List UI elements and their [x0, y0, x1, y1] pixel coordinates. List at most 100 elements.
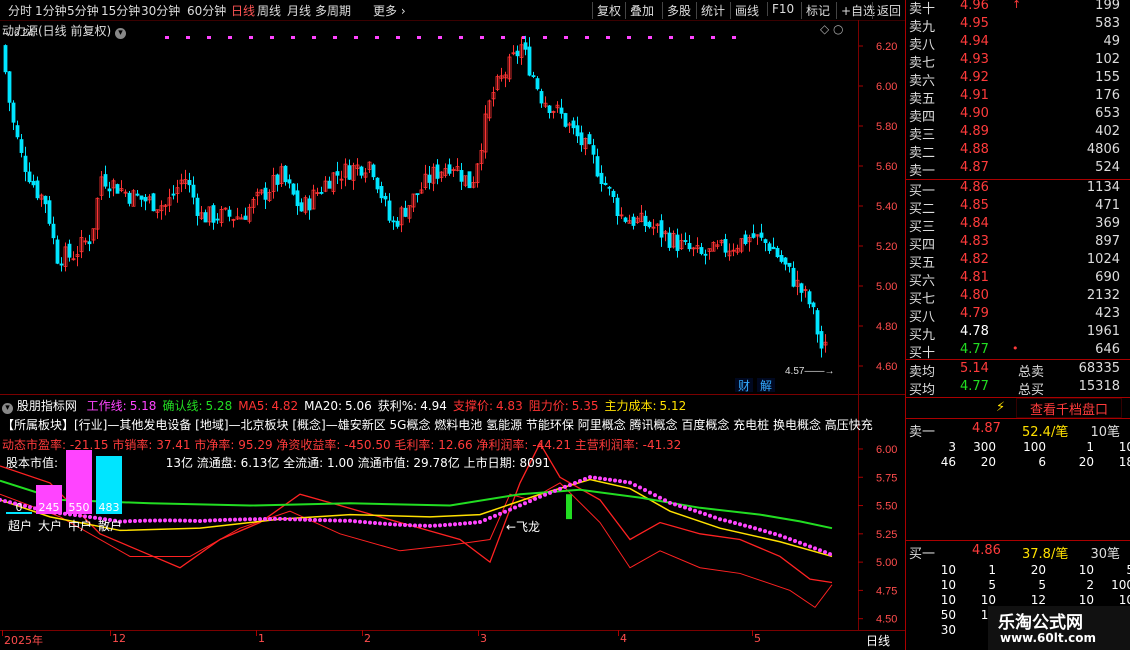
indicator-dropdown-icon[interactable]: ▾ [2, 403, 13, 414]
indicator-item-label: 确认线: [162, 399, 203, 413]
candle-body [435, 164, 440, 179]
candle-body [263, 187, 268, 200]
toolbar-button-3[interactable]: 统计 [696, 2, 725, 19]
flylong-annotation: ←飞龙 [506, 520, 541, 534]
tab-6[interactable]: 日线 [231, 2, 255, 19]
x-label-1: 12 [112, 632, 126, 645]
book-divider [906, 540, 1130, 541]
candle-body [7, 71, 12, 103]
candle-body [723, 238, 728, 253]
work-line-dot [473, 520, 477, 525]
work-line-dot [288, 517, 292, 522]
book-row-vol: 423 [1095, 306, 1120, 321]
work-line-dot [818, 548, 822, 553]
book-row-price: 4.77 [960, 342, 989, 357]
tab-9[interactable]: 多周期 [315, 2, 351, 19]
indicator-item-6: 阻力价: 5.35 [529, 399, 599, 413]
holder-label-1: 大户 [38, 519, 63, 533]
badge-1[interactable]: 解 [760, 379, 772, 393]
x-label-3: 2 [364, 632, 371, 645]
holder-label-3: 散户 [98, 519, 123, 533]
book-row: 买六 4.81 690 [906, 270, 1130, 289]
y-tick-label: 6.00 [876, 81, 897, 93]
signal-dot [312, 36, 316, 39]
toolbar-button-8[interactable]: 返回 [872, 2, 901, 19]
toolbar-button-1[interactable]: 叠加 [625, 2, 654, 19]
candle-body [771, 246, 776, 250]
candle-body [215, 218, 220, 221]
book-row: 卖九 4.95 583 [906, 16, 1130, 35]
work-line-dot [358, 519, 362, 524]
candle-body [359, 166, 364, 176]
work-line-dot [338, 518, 342, 523]
tab-10[interactable]: 更多 › [373, 2, 406, 19]
work-line-dot [483, 517, 487, 522]
toolbar-button-4[interactable]: 画线 [730, 2, 759, 19]
toolbar-button-0[interactable]: 复权 [592, 2, 621, 19]
work-line-dot [533, 496, 537, 501]
toolbar-button-5[interactable]: F10 [767, 2, 794, 16]
indicator-item-label: 工作线: [86, 399, 127, 413]
tab-0[interactable]: 分时 [8, 2, 32, 19]
work-line-dot [323, 518, 327, 523]
badge-0[interactable]: 财 [738, 379, 750, 393]
candle-body [667, 232, 672, 248]
toolbar-button-6[interactable]: 标记 [801, 2, 830, 19]
candle-body [547, 105, 552, 113]
indicator-item-value: 5.28 [205, 399, 233, 413]
candle-body [571, 120, 576, 129]
tab-1[interactable]: 1分钟 [35, 2, 67, 19]
tab-7[interactable]: 周线 [257, 2, 281, 19]
tab-8[interactable]: 月线 [287, 2, 311, 19]
view-depth-button[interactable]: 查看千档盘口 [1016, 398, 1122, 418]
work-line-dot [738, 522, 742, 527]
work-line-dot [198, 518, 202, 523]
toolbar-button-2[interactable]: 多股 [662, 2, 691, 19]
work-line-dot [138, 518, 142, 523]
finance-line: 动态市盈率: -21.15 市销率: 37.41 市净率: 95.29 净资收益… [2, 438, 682, 452]
toolbar-button-7[interactable]: +自选 [836, 2, 875, 19]
tab-2[interactable]: 5分钟 [67, 2, 99, 19]
signal-dot [501, 36, 505, 39]
tab-4[interactable]: 30分钟 [141, 2, 180, 19]
avg-price: 4.77 [960, 379, 989, 394]
candle-body [587, 134, 592, 145]
book-row: 买八 4.79 423 [906, 306, 1130, 325]
work-line-dot [668, 500, 672, 505]
candle-body [515, 50, 520, 57]
queue-cell: 10 [1118, 593, 1130, 607]
work-line-dot [428, 523, 432, 528]
queue-cell: 100 [1111, 578, 1130, 592]
work-line-dot [703, 512, 707, 517]
work-line-dot [648, 490, 652, 495]
candle-body [171, 193, 176, 196]
ind-tick-label: 4.75 [876, 585, 897, 597]
work-line-dot [228, 517, 232, 522]
work-line-dot [638, 485, 642, 490]
book-row-name: 卖五 [909, 92, 936, 107]
book-row-name: 卖三 [909, 128, 936, 143]
tab-3[interactable]: 15分钟 [101, 2, 140, 19]
candle-body [203, 212, 208, 223]
candle-body [783, 257, 788, 265]
work-line-dot [318, 518, 322, 523]
work-line-dot [383, 521, 387, 526]
candle-body [683, 240, 688, 242]
candle-body [335, 171, 340, 176]
book-row: 卖八 4.94 49 [906, 34, 1130, 53]
tab-5[interactable]: 60分钟 [187, 2, 226, 19]
queue-cell: 10 [1118, 440, 1130, 454]
work-line-dot [283, 517, 287, 522]
work-line-dot [468, 520, 472, 525]
queue-price: 4.86 [972, 543, 1001, 558]
candle-body [47, 200, 52, 224]
watermark: 乐淘公式网 www.60lt.com [988, 606, 1130, 650]
indicator-item-label: 支撑价: [452, 399, 493, 413]
work-line-dot [388, 522, 392, 527]
ind-tick-label: 5.75 [876, 472, 897, 484]
indicator-item-label: 主力成本: [604, 399, 657, 413]
indicator-name[interactable]: 股朋指标网 [17, 399, 77, 413]
y-tick-label: 5.40 [876, 201, 897, 213]
candlestick-chart[interactable]: 6.20 6.00 5.80 5.60 5.40 5.20 5.00 4.80 4.60 ←6.2… [0, 20, 905, 394]
book-row: 卖五 4.91 176 [906, 88, 1130, 107]
